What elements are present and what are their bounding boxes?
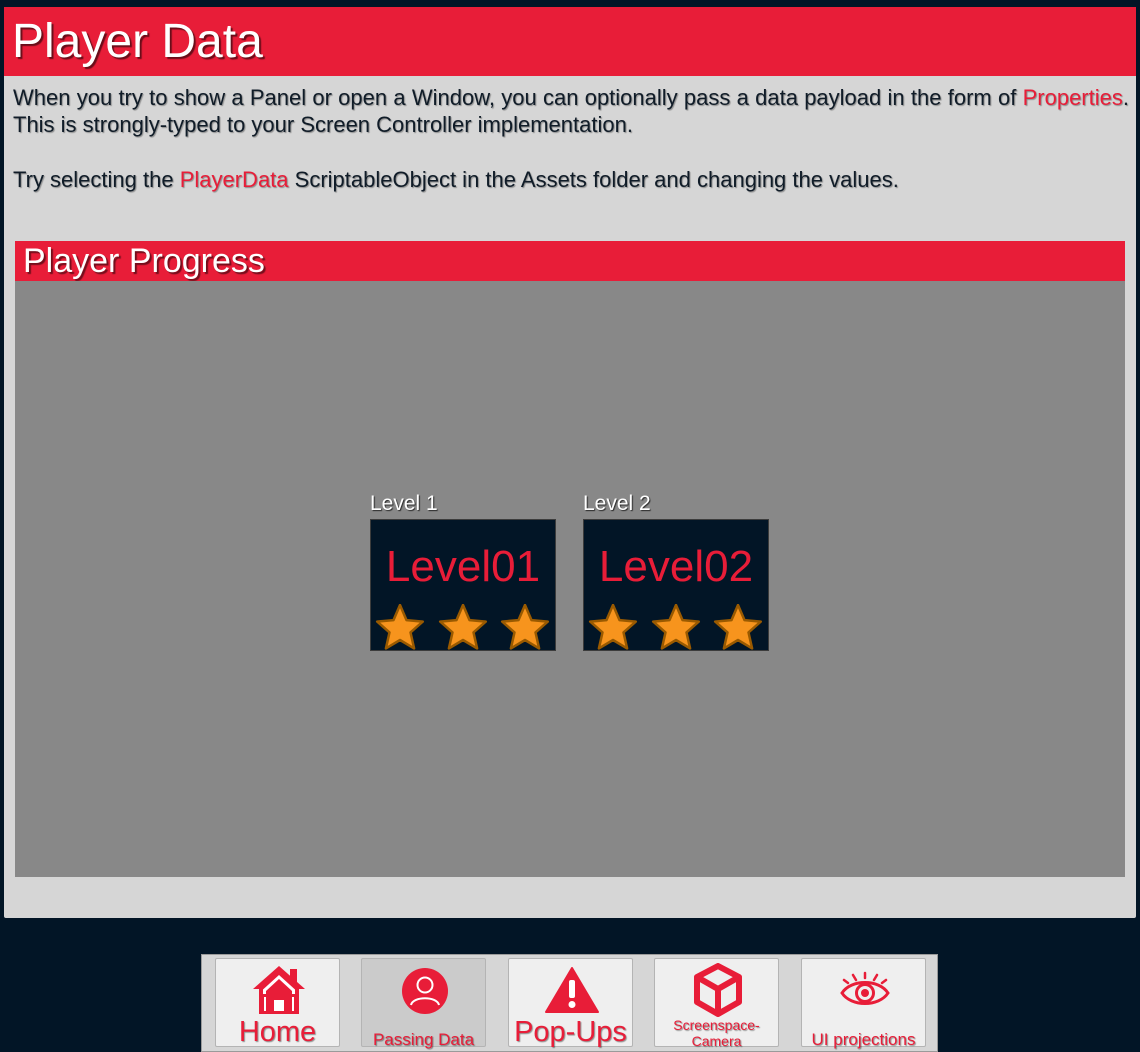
properties-highlight: Properties <box>1022 85 1123 110</box>
intro-paragraph-2: Try selecting the PlayerData ScriptableO… <box>13 166 1129 193</box>
star-filled-icon <box>651 604 700 650</box>
level-label: Level 1 <box>370 492 438 515</box>
bottom-nav-bar: Home Passing Data Pop-Ups Screenspace- C… <box>201 954 938 1052</box>
star-filled-icon <box>438 604 487 650</box>
star-filled-icon <box>713 604 763 650</box>
intro-text: When you try to show a Panel or open a W… <box>13 85 1023 110</box>
eye-icon <box>802 971 927 1016</box>
nav-screenspace-camera-button[interactable]: Screenspace- Camera <box>654 958 780 1049</box>
level-name: Level02 <box>598 542 754 591</box>
star-filled-icon <box>500 604 550 650</box>
intro-paragraph-1: When you try to show a Panel or open a W… <box>13 84 1129 138</box>
nav-label: Pop-Ups <box>514 1016 627 1048</box>
level-thumbnail[interactable]: Level01 <box>370 519 556 651</box>
home-icon <box>216 963 341 1022</box>
intro-text: ScriptableObject in the Assets folder an… <box>288 167 899 192</box>
nav-label: UI projections <box>811 1030 916 1049</box>
intro-text: Try selecting the <box>13 167 180 192</box>
nav-ui-projections-button[interactable]: UI projections <box>801 958 927 1049</box>
star-rating <box>371 604 555 650</box>
nav-label: Passing Data <box>372 1030 475 1049</box>
player-data-panel: Player Data When you try to show a Panel… <box>4 7 1136 918</box>
playerdata-highlight: PlayerData <box>179 167 289 192</box>
star-filled-icon <box>375 604 425 650</box>
level-thumbnail[interactable]: Level02 <box>583 519 769 651</box>
level-label: Level 2 <box>583 492 651 515</box>
level-name: Level01 <box>385 542 541 591</box>
player-progress-header: Player Progress <box>15 241 1125 281</box>
nav-home-button[interactable]: Home <box>215 958 340 1047</box>
nav-label: Home <box>238 1016 317 1048</box>
page-title: Player Data <box>12 15 263 68</box>
nav-passing-data-button[interactable]: Passing Data <box>361 958 487 1049</box>
cube-icon <box>655 963 780 1022</box>
star-rating <box>584 604 768 650</box>
nav-label: Screenspace- Camera <box>673 1017 760 1049</box>
star-filled-icon <box>588 604 638 650</box>
nav-pop-ups-button[interactable]: Pop-Ups <box>508 958 633 1047</box>
section-title: Player Progress <box>23 242 265 280</box>
title-bar: Player Data <box>4 7 1136 76</box>
player-progress-area: Level 1 Level01 Level 2 Level02 <box>15 281 1125 877</box>
warning-icon <box>509 966 634 1019</box>
user-icon <box>362 967 487 1020</box>
